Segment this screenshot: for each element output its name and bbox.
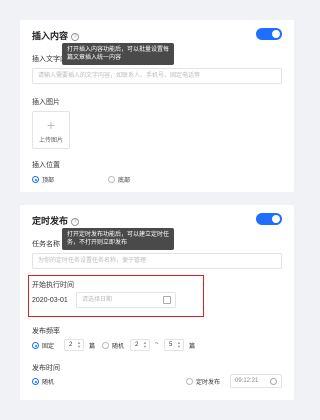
time-random-radio[interactable]: 随机 (32, 377, 54, 386)
upload-image-label: 上传图片 (38, 138, 63, 144)
start-date-value: 2020-03-01 (32, 297, 68, 304)
position-bottom-radio[interactable]: 底部 (108, 175, 130, 184)
frequency-fixed-label: 固定 (42, 344, 55, 350)
time-fixed-radio[interactable]: 定时发布 (186, 377, 220, 386)
random-max-stepper[interactable]: 5 ▲ ▼ (164, 339, 184, 351)
fixed-count-unit: 篇 (89, 344, 96, 350)
date-picker-input[interactable]: 请选择日期 (76, 292, 176, 308)
insert-content-tooltip: 打开插入内容功能后，可以批量设置每 篇文章插入统一内容 (62, 43, 175, 65)
scheduled-publish-tooltip: 打开定时发布功能后，可以建立定时任 务，不打开则立即发布 (62, 228, 175, 250)
upload-image-button[interactable]: + 上传图片 (32, 111, 70, 149)
tooltip-line: 打开定时发布功能后，可以建立定时任 (67, 232, 170, 238)
insert-text-input[interactable]: 请输入需要插入的文字内容，如联系人、手机号、固定电话等 (32, 68, 282, 84)
frequency-fixed-radio[interactable]: 固定 (32, 341, 54, 350)
time-picker-input[interactable]: 09:12:21 (230, 374, 282, 388)
position-top-label: 顶部 (42, 178, 55, 184)
insert-image-label: 插入图片 (32, 99, 60, 106)
scheduled-publish-toggle[interactable] (256, 213, 282, 225)
time-fixed-label: 定时发布 (196, 380, 221, 386)
tooltip-line: 务，不打开则立即发布 (67, 240, 128, 246)
start-time-label: 开始执行时间 (32, 282, 74, 289)
publish-frequency-label: 发布频率 (32, 328, 60, 335)
clock-icon (270, 378, 277, 385)
stepper-arrows-icon: ▲ ▼ (143, 340, 147, 349)
scheduled-publish-card: 定时发布? 任务名称 打开定时发布功能后，可以建立定时任 务，不打开则立即发布 … (20, 205, 294, 400)
range-separator: ~ (155, 341, 159, 347)
radio-unchecked-icon (102, 342, 109, 349)
insert-position-label: 插入位置 (32, 162, 60, 169)
scheduled-publish-title: 定时发布? (32, 214, 80, 227)
insert-content-title: 插入内容? (32, 29, 80, 42)
scheduled-publish-title-text: 定时发布 (32, 216, 69, 226)
frequency-random-label: 随机 (112, 344, 125, 350)
radio-unchecked-icon (108, 176, 115, 183)
insert-content-card: 插入内容? 插入文字内容 打开插入内容功能后，可以批量设置每 篇文章插入统一内容… (20, 20, 294, 192)
task-name-label: 任务名称 (32, 241, 60, 248)
position-top-radio[interactable]: 顶部 (32, 175, 54, 184)
date-picker-placeholder: 请选择日期 (82, 297, 113, 303)
position-bottom-label: 底部 (118, 178, 131, 184)
fixed-count-value: 2 (69, 342, 73, 348)
time-random-label: 随机 (42, 380, 55, 386)
time-picker-value: 09:12:21 (235, 378, 259, 384)
insert-content-toggle[interactable] (256, 28, 282, 40)
calendar-icon (163, 296, 171, 304)
radio-unchecked-icon (186, 378, 193, 385)
random-min-value: 2 (135, 342, 139, 348)
random-min-stepper[interactable]: 2 ▲ ▼ (130, 339, 150, 351)
stepper-arrows-icon: ▲ ▼ (177, 340, 181, 349)
plus-icon: + (46, 117, 56, 133)
task-name-input[interactable]: 为你的定时任务设置任务名称，便于管理 (32, 253, 282, 269)
fixed-count-stepper[interactable]: 2 ▲ ▼ (64, 339, 84, 351)
random-count-unit: 篇 (189, 344, 196, 350)
help-icon[interactable]: ? (71, 32, 80, 41)
stepper-arrows-icon: ▲ ▼ (77, 340, 81, 349)
frequency-random-radio[interactable]: 随机 (102, 341, 124, 350)
help-icon[interactable]: ? (71, 217, 80, 226)
radio-checked-icon (32, 342, 39, 349)
tooltip-line: 打开插入内容功能后，可以批量设置每 (67, 47, 170, 53)
radio-checked-icon (32, 176, 39, 183)
tooltip-line: 篇文章插入统一内容 (67, 55, 122, 61)
publish-time-label: 发布时间 (32, 365, 60, 372)
insert-content-title-text: 插入内容 (32, 31, 69, 41)
random-max-value: 5 (169, 342, 173, 348)
radio-checked-icon (32, 378, 39, 385)
